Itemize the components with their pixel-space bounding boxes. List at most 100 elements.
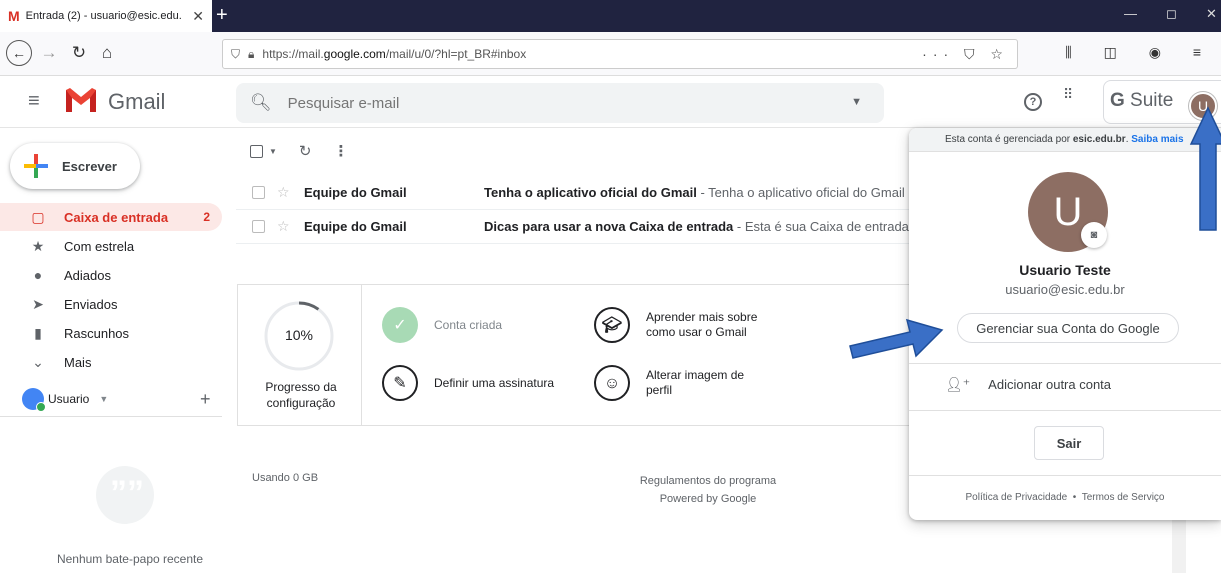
compose-plus-icon	[24, 154, 48, 178]
setup-item-account-created: ✓ Conta criada	[382, 307, 502, 343]
sidebar-item-label: Com estrela	[64, 238, 135, 254]
sidebar-item-label: Mais	[64, 354, 92, 370]
mail-content: Tenha o aplicativo oficial do Gmail - Te…	[484, 185, 914, 200]
add-chat-icon[interactable]: +	[200, 389, 211, 410]
mail-sender: Equipe do Gmail	[304, 219, 407, 234]
search-icon[interactable]: 🔍︎	[250, 93, 272, 113]
progress-percent: 10%	[284, 327, 314, 343]
main-menu-icon[interactable]: ≡	[28, 90, 40, 113]
mail-row[interactable]: ☆ Equipe do Gmail Dicas para usar a nova…	[236, 210, 914, 244]
sidebar-divider	[0, 416, 222, 417]
annotation-arrow-right-icon	[849, 318, 944, 359]
new-tab-button[interactable]: +	[216, 4, 228, 26]
search-input[interactable]	[287, 94, 808, 112]
search-options-icon[interactable]: ▼	[851, 96, 862, 108]
browser-tab-strip: M Entrada (2) - usuario@esic.edu. ✕ + — …	[0, 0, 1221, 32]
setup-item-label: Aprender mais sobre como usar o Gmail	[646, 310, 758, 339]
clock-icon: ●	[33, 267, 43, 283]
camera-icon[interactable]: ◙	[1081, 222, 1107, 248]
apps-grid-icon[interactable]: ⠿	[1063, 87, 1081, 101]
row-checkbox[interactable]	[252, 220, 265, 233]
setup-item-signature[interactable]: ✎ Definir uma assinatura	[382, 365, 554, 401]
url-bar[interactable]: ⛉ 🔒︎ https://mail.google.com/mail/u/0/?h…	[222, 39, 1018, 69]
sidebar-item-snoozed[interactable]: ● Adiados	[0, 261, 222, 289]
shield-icon[interactable]: ⛉	[231, 47, 240, 62]
back-icon[interactable]: ←	[6, 40, 32, 66]
tab-title: Entrada (2) - usuario@esic.edu.	[25, 10, 182, 22]
account-circle-icon: ☺	[594, 365, 630, 401]
inbox-icon: ▢	[31, 208, 45, 225]
person-add-icon: 👤︎⁺	[945, 376, 971, 392]
more-options-icon[interactable]: ⋮	[334, 142, 349, 160]
terms-link[interactable]: Termos de Serviço	[1082, 492, 1165, 503]
user-avatar	[22, 388, 46, 412]
privacy-link[interactable]: Política de Privacidade	[965, 492, 1067, 503]
scrollbar[interactable]	[1172, 520, 1186, 573]
progress-label: Progresso da configuração	[265, 380, 337, 410]
graduation-cap-icon: 🎓︎	[594, 307, 630, 343]
minimize-icon[interactable]: —	[1124, 6, 1137, 21]
divider	[909, 363, 1221, 364]
select-options-icon[interactable]: ▼	[269, 147, 277, 156]
setup-item-label: Alterar imagem de perfil	[646, 368, 745, 397]
hangouts-user[interactable]: Usuario ▼ +	[22, 388, 222, 412]
star-icon: ★	[31, 237, 45, 254]
mail-row[interactable]: ☆ Equipe do Gmail Tenha o aplicativo ofi…	[236, 176, 914, 210]
manage-account-button[interactable]: Gerenciar sua Conta do Google	[957, 313, 1179, 343]
mail-toolbar: ▼ ↻ ⋮	[250, 142, 349, 160]
sidebar-item-label: Caixa de entrada	[64, 209, 169, 225]
sign-out-button[interactable]: Sair	[1034, 426, 1104, 460]
browser-tab[interactable]: M Entrada (2) - usuario@esic.edu. ✕	[0, 0, 212, 32]
sidebar-item-starred[interactable]: ★ Com estrela	[0, 232, 222, 260]
annotation-arrow-up-icon	[1189, 106, 1221, 231]
refresh-icon[interactable]: ↻	[299, 142, 312, 160]
gmail-logo-icon[interactable]	[64, 86, 98, 114]
sidebar-item-inbox[interactable]: ▢ Caixa de entrada 2	[0, 203, 222, 231]
gmail-favicon-icon: M	[8, 8, 20, 24]
add-account-label: Adicionar outra conta	[988, 377, 1112, 392]
program-policies-link[interactable]: Regulamentos do programa	[620, 472, 796, 490]
footer-separator: •	[1072, 492, 1077, 503]
chevron-down-icon: ⌄	[32, 353, 44, 370]
no-chat-text: Nenhum bate-papo recente	[56, 552, 204, 566]
search-bar[interactable]: 🔍︎ ▼	[236, 83, 884, 123]
reload-icon[interactable]: ↻	[66, 40, 92, 66]
mail-sender: Equipe do Gmail	[304, 185, 407, 200]
star-icon[interactable]: ☆	[277, 184, 290, 201]
compose-button[interactable]: Escrever	[10, 143, 140, 189]
forward-icon[interactable]: →	[36, 40, 62, 66]
add-account-button[interactable]: 👤︎⁺ Adicionar outra conta	[945, 376, 1111, 393]
sidebar-item-sent[interactable]: ➤ Enviados	[0, 290, 222, 318]
popup-footer: Política de Privacidade • Termos de Serv…	[909, 492, 1221, 503]
restore-icon[interactable]: ◻	[1166, 6, 1177, 22]
footer-links: Regulamentos do programa Powered by Goog…	[620, 472, 796, 508]
storage-usage: Usando 0 GB	[252, 472, 319, 484]
app-name[interactable]: Gmail	[108, 89, 165, 115]
chevron-down-icon[interactable]: ▼	[99, 394, 108, 404]
setup-item-profile-picture[interactable]: ☺ Alterar imagem de perfil	[594, 365, 794, 401]
setup-item-label: Conta criada	[434, 317, 503, 332]
row-checkbox[interactable]	[252, 186, 265, 199]
sidebar-item-drafts[interactable]: ▮ Rascunhos	[0, 319, 222, 347]
gsuite-logo: G Suite	[1110, 90, 1174, 111]
check-icon: ✓	[382, 307, 418, 343]
gmail-header: ≡ Gmail 🔍︎ ▼ ? ⠿ G Suite U	[0, 76, 1221, 128]
learn-more-link[interactable]: Saiba mais	[1131, 134, 1183, 145]
sidebar-item-more[interactable]: ⌄ Mais	[0, 348, 222, 376]
help-icon[interactable]: ?	[1024, 93, 1042, 111]
home-icon[interactable]: ⌂	[94, 40, 120, 66]
select-all-checkbox[interactable]	[250, 144, 263, 158]
sidebar-item-label: Rascunhos	[64, 325, 130, 341]
star-icon[interactable]: ☆	[277, 218, 290, 235]
compose-label: Escrever	[62, 158, 117, 174]
setup-item-learn-gmail[interactable]: 🎓︎ Aprender mais sobre como usar o Gmail	[594, 307, 794, 343]
setup-progress-panel: 10% Progresso da configuração ✓ Conta cr…	[237, 284, 917, 426]
browser-navbar: ← → ↻ ⌂ ⛉ 🔒︎ https://mail.google.com/mai…	[0, 32, 1221, 76]
account-email: usuario@esic.edu.br	[1005, 282, 1125, 297]
url-text: https://mail.google.com/mail/u/0/?hl=pt_…	[262, 47, 527, 61]
browser-toolbar-icons[interactable]: ⫼ ◫ ◉ ≡	[1065, 44, 1215, 61]
tab-close-icon[interactable]: ✕	[192, 8, 204, 25]
page-actions[interactable]: ··· ⛉ ☆	[922, 46, 1009, 63]
window-close-icon[interactable]: ✕	[1206, 6, 1217, 22]
lock-icon[interactable]: 🔒︎	[248, 47, 254, 62]
